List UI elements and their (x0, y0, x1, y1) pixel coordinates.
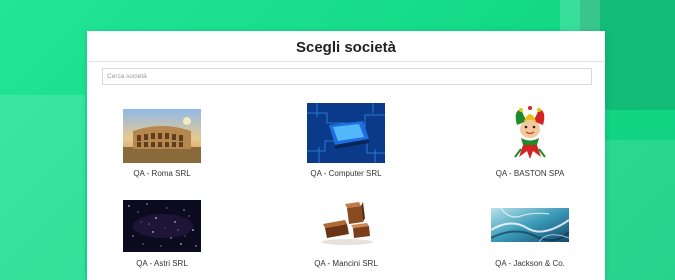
company-card-mancini[interactable]: QA - Mancini SRL (271, 186, 421, 280)
company-name: QA - Roma SRL (133, 169, 191, 178)
company-name: QA - Mancini SRL (314, 259, 378, 268)
company-name: QA - Jackson & Co. (495, 259, 565, 268)
background-shape (600, 140, 675, 280)
colosseum-image (123, 109, 201, 163)
company-search-input[interactable] (102, 68, 592, 85)
divider (87, 61, 605, 62)
company-card-astri[interactable]: QA - Astri SRL (87, 186, 237, 280)
background-shape (0, 95, 85, 280)
company-card-jackson[interactable]: QA - Jackson & Co. (455, 186, 605, 280)
modal-title: Scegli società (295, 39, 397, 56)
company-name: QA - Astri SRL (136, 259, 188, 268)
chocolate-blocks-image (307, 198, 385, 254)
company-name: QA - Computer SRL (310, 169, 382, 178)
marble-texture-image (491, 208, 569, 242)
company-card-computer[interactable]: QA - Computer SRL (271, 91, 421, 186)
jester-logo-image (491, 105, 569, 163)
company-card-roma[interactable]: QA - Roma SRL (87, 91, 237, 186)
starfield-image (123, 200, 201, 252)
company-picker-modal: Scegli società QA - Roma SRL (87, 31, 605, 280)
company-name: QA - BASTON SPA (495, 169, 565, 178)
circuit-chip-image (307, 103, 385, 163)
company-card-baston[interactable]: QA - BASTON SPA (455, 91, 605, 186)
